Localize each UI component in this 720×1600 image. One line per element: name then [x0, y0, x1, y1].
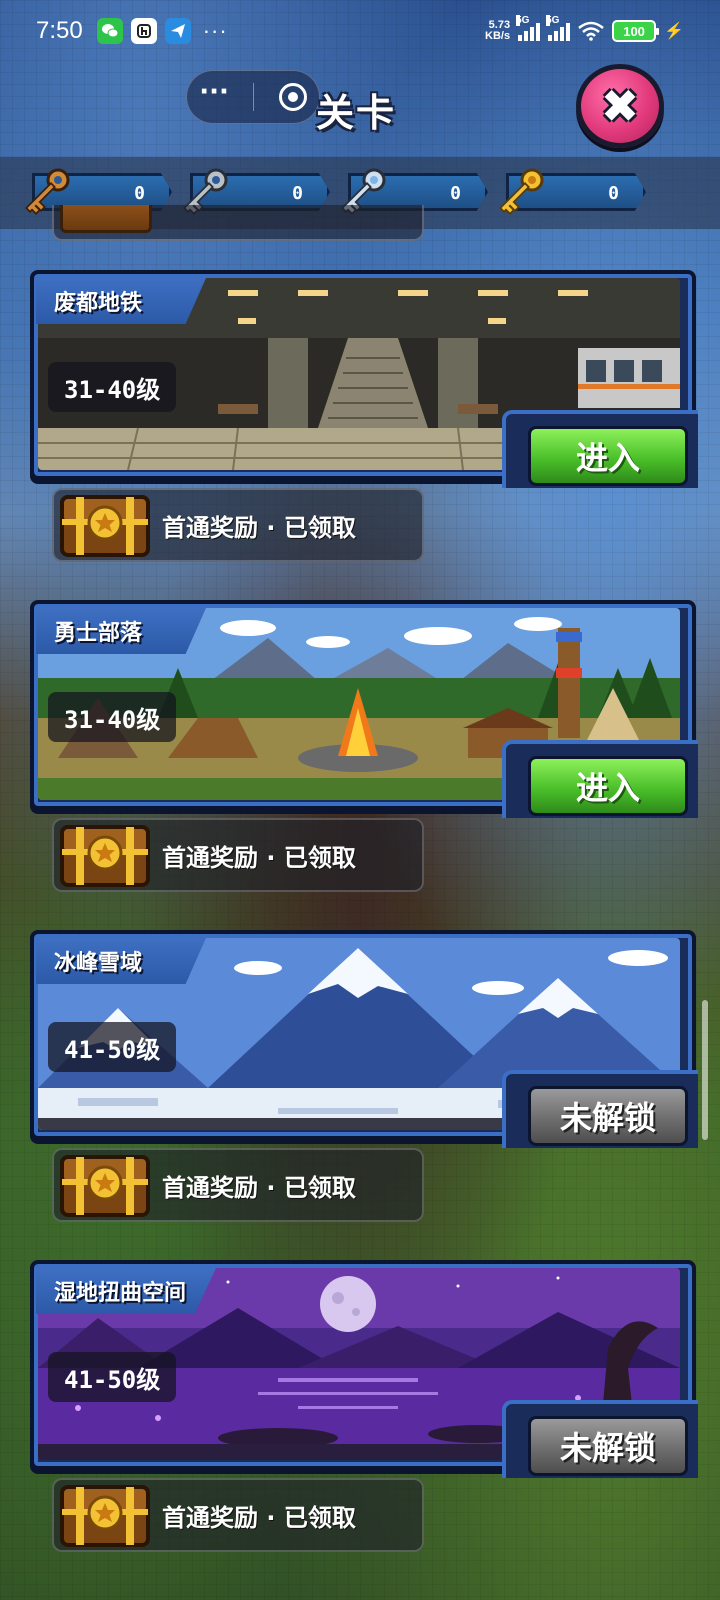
reward-status-text: 首通奖励 · 已领取: [162, 843, 356, 872]
reward-row: 首通奖励 · 已领取: [52, 1148, 424, 1222]
charging-icon: ⚡: [664, 23, 684, 40]
level-range-badge: 41-50级: [48, 1352, 177, 1402]
enter-button[interactable]: 进入: [528, 426, 688, 486]
locked-button[interactable]: 未解锁: [528, 1416, 688, 1476]
wifi-icon: [578, 21, 604, 41]
treasure-chest-icon: [60, 1155, 150, 1217]
net-speed: 5.73 KB/s: [485, 20, 510, 42]
key-count: 0: [450, 183, 461, 204]
level-name-tab: 湿地扭曲空间: [36, 1268, 217, 1314]
partial-reward-row: [52, 205, 424, 241]
reward-status-text: 首通奖励 · 已领取: [162, 1503, 356, 1532]
signal-icon-1: 5G: [516, 15, 541, 41]
locked-button[interactable]: 未解锁: [528, 1086, 688, 1146]
status-right: 5.73 KB/s 5G 5G 100 ⚡: [485, 15, 684, 42]
status-time: 7:50: [36, 17, 83, 44]
signal-label-2: 5G: [546, 15, 560, 26]
battery-icon: 100: [612, 20, 660, 42]
level-name-tab: 废都地铁: [36, 278, 206, 324]
reward-row: 首通奖励 · 已领取: [52, 1478, 424, 1552]
chest-icon: [60, 205, 152, 233]
reward-status-text: 首通奖励 · 已领取: [162, 513, 356, 542]
action-wrap: 进入: [502, 410, 698, 488]
level-name-tab: 勇士部落: [36, 608, 206, 654]
status-bar: 7:50 ··· 5.73 KB/s 5G 5G 100 ⚡: [0, 0, 720, 62]
net-speed-unit: KB/s: [485, 30, 511, 42]
level-range-badge: 41-50级: [48, 1022, 177, 1072]
status-more-icon: ···: [202, 18, 228, 43]
treasure-chest-icon: [60, 495, 150, 557]
enter-button[interactable]: 进入: [528, 756, 688, 816]
key-gold: 0: [496, 168, 646, 215]
reward-row: 首通奖励 · 已领取: [52, 818, 424, 892]
key-count: 0: [292, 183, 303, 204]
capsule-close-icon[interactable]: [278, 83, 307, 111]
gold-key-icon: [499, 168, 544, 215]
level-card-tribe: 勇士部落 31-40级 进入: [30, 600, 698, 818]
reward-status-text: 首通奖励 · 已领取: [162, 1173, 356, 1202]
treasure-chest-icon: [60, 825, 150, 887]
wechat-icon: [96, 18, 123, 44]
level-name-tab: 冰峰雪域: [36, 938, 206, 984]
page-title: 关卡: [316, 91, 397, 135]
h-app-icon: [130, 18, 157, 44]
level-card-wetland: 湿地扭曲空间 41-50级 未解锁: [30, 1260, 698, 1478]
level-card-subway: 废都地铁 31-40级 进入: [30, 270, 698, 488]
level-card-snow: 冰峰雪域 41-50级 未解锁: [30, 930, 698, 1148]
send-icon: [164, 18, 191, 44]
key-count: 0: [134, 183, 145, 204]
key-count: 0: [608, 183, 619, 204]
signal-icon-2: 5G: [546, 15, 571, 41]
signal-label-1: 5G: [516, 15, 530, 26]
action-wrap: 未解锁: [502, 1070, 698, 1148]
treasure-chest-icon: [60, 1485, 150, 1547]
scrollbar[interactable]: [702, 1000, 708, 1140]
header: ··· 关卡 ✖: [0, 62, 720, 157]
action-wrap: 未解锁: [502, 1400, 698, 1478]
close-button[interactable]: ✖: [576, 64, 664, 148]
level-range-badge: 31-40级: [48, 362, 177, 412]
level-range-badge: 31-40级: [48, 692, 177, 742]
capsule-more-icon[interactable]: ···: [199, 79, 229, 107]
capsule-divider: [253, 83, 255, 111]
miniapp-capsule: ···: [186, 70, 320, 124]
action-wrap: 进入: [502, 740, 698, 818]
reward-row: 首通奖励 · 已领取: [52, 488, 424, 562]
close-icon: ✖: [600, 79, 640, 133]
battery-level: 100: [623, 23, 645, 39]
